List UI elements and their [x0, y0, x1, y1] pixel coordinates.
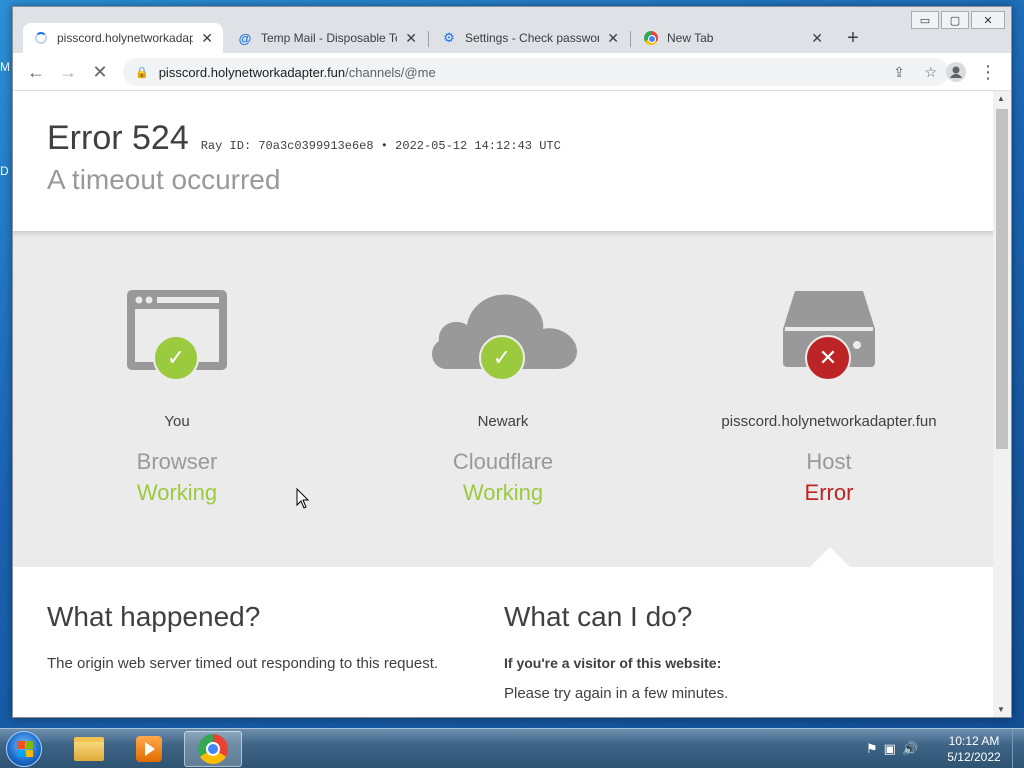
node-status: Error — [804, 480, 854, 505]
node-location: pisscord.holynetworkadapter.fun — [721, 413, 937, 430]
clock-date: 5/12/2022 — [947, 750, 1001, 764]
what-happened-body: The origin web server timed out respondi… — [47, 655, 439, 672]
browser-icon: ✓ — [126, 289, 228, 381]
tab-label: Temp Mail - Disposable Temporary Email — [261, 31, 397, 45]
cloud-icon: ✓ — [427, 289, 579, 381]
volume-icon[interactable]: 🔊 — [902, 741, 918, 757]
new-tab-button[interactable]: + — [841, 27, 865, 50]
status-diagram: ✓ You Browser Working ✓ Newark Cloudflar… — [13, 231, 993, 567]
tab-label: Settings - Check passwords — [465, 31, 600, 45]
address-bar[interactable]: 🔒 pisscord.holynetworkadapter.fun/channe… — [123, 58, 949, 86]
tab-close-icon[interactable]: ✕ — [201, 30, 213, 47]
taskbar-clock[interactable]: 10:12 AM 5/12/2022 — [944, 733, 1004, 765]
what-can-i-do-heading: What can I do? — [504, 601, 693, 632]
error-code: Error 524 — [47, 119, 189, 157]
node-role: Cloudflare — [452, 449, 554, 474]
node-role: Browser — [136, 449, 218, 474]
tab-new-tab[interactable]: New Tab ✕ — [633, 23, 833, 53]
tab-separator — [428, 31, 429, 47]
node-location: Newark — [477, 413, 529, 430]
network-icon[interactable]: ▣ — [884, 741, 896, 757]
scroll-down-arrow-icon[interactable]: ▼ — [997, 705, 1005, 714]
active-node-pointer — [810, 547, 850, 567]
chrome-icon — [643, 30, 659, 46]
vertical-scrollbar[interactable]: ▲ ▼ — [993, 91, 1011, 717]
taskbar: ⚑ ▣ 🔊 10:12 AM 5/12/2022 — [0, 728, 1024, 768]
checkmark-icon: ✓ — [479, 335, 525, 381]
forward-button[interactable]: → — [57, 61, 79, 83]
scroll-up-arrow-icon[interactable]: ▲ — [997, 94, 1005, 103]
visitor-body: Please try again in a few minutes. — [504, 685, 729, 702]
chrome-icon — [198, 734, 228, 764]
server-icon: ✕ — [781, 289, 877, 381]
tab-settings[interactable]: ⚙ Settings - Check passwords ✕ — [431, 23, 629, 53]
system-tray: ⚑ ▣ 🔊 — [866, 741, 918, 757]
scrollbar-thumb[interactable] — [996, 109, 1008, 449]
node-status: Working — [462, 480, 544, 505]
desktop-icon-label[interactable]: D — [0, 164, 9, 178]
clock-time: 10:12 AM — [948, 734, 1000, 748]
bookmark-star-icon[interactable]: ☆ — [924, 58, 937, 86]
page-viewport: Error 524 Ray ID: 70a3c0399913e6e8 • 202… — [13, 91, 993, 717]
what-happened-section: What happened? The origin web server tim… — [47, 601, 487, 672]
action-center-flag-icon[interactable]: ⚑ — [866, 741, 878, 757]
checkmark-icon: ✓ — [153, 335, 199, 381]
what-can-i-do-section: What can I do? If you're a visitor of th… — [504, 601, 964, 702]
url-path: /channels/@me — [345, 64, 436, 80]
mouse-cursor-icon — [296, 487, 310, 515]
lock-icon[interactable]: 🔒 — [135, 66, 149, 79]
taskbar-explorer[interactable] — [60, 731, 118, 767]
ray-id: Ray ID: 70a3c0399913e6e8 • 2022-05-12 14… — [200, 139, 561, 153]
node-role: Host — [806, 449, 852, 474]
browser-window: ▭ ▢ ✕ pisscord.holynetworkadapter.fun ✕ … — [12, 6, 1012, 718]
start-button[interactable] — [6, 731, 42, 767]
error-subtitle: A timeout occurred — [47, 164, 281, 195]
windows-logo-icon — [17, 741, 33, 757]
taskbar-chrome[interactable] — [184, 731, 242, 767]
gear-icon: ⚙ — [443, 30, 455, 45]
node-location: You — [164, 413, 190, 430]
tab-close-icon[interactable]: ✕ — [811, 30, 823, 47]
visitor-heading: If you're a visitor of this website: — [504, 655, 722, 671]
profile-avatar-icon[interactable] — [945, 61, 967, 83]
taskbar-media-player[interactable] — [120, 731, 178, 767]
show-desktop-button[interactable] — [1012, 729, 1024, 768]
tab-label: New Tab — [667, 31, 714, 45]
desktop-icon-label[interactable]: M — [0, 60, 10, 74]
tab-label: pisscord.holynetworkadapter.fun — [57, 31, 194, 45]
tab-separator — [630, 31, 631, 47]
tab-pisscord[interactable]: pisscord.holynetworkadapter.fun ✕ — [23, 23, 223, 53]
tab-close-icon[interactable]: ✕ — [405, 30, 417, 47]
url-host: pisscord.holynetworkadapter.fun — [158, 64, 346, 80]
stop-loading-button[interactable]: ✕ — [89, 61, 111, 83]
at-icon: @ — [238, 30, 252, 46]
node-status: Working — [136, 480, 218, 505]
share-icon[interactable]: ⇪ — [893, 58, 905, 86]
what-happened-heading: What happened? — [47, 601, 261, 632]
tab-close-icon[interactable]: ✕ — [607, 30, 619, 47]
error-x-icon: ✕ — [805, 335, 851, 381]
browser-toolbar: ← → ✕ 🔒 pisscord.holynetworkadapter.fun /… — [13, 53, 1011, 91]
menu-icon[interactable]: ⋮ — [977, 61, 999, 83]
folder-icon — [74, 737, 104, 761]
loading-spinner-icon — [33, 30, 49, 46]
tab-strip: pisscord.holynetworkadapter.fun ✕ @ Temp… — [13, 19, 1011, 53]
tab-temp-mail[interactable]: @ Temp Mail - Disposable Temporary Email… — [227, 23, 427, 53]
media-player-icon — [136, 736, 162, 762]
error-header: Error 524 Ray ID: 70a3c0399913e6e8 • 202… — [47, 119, 561, 196]
back-button[interactable]: ← — [25, 61, 47, 83]
